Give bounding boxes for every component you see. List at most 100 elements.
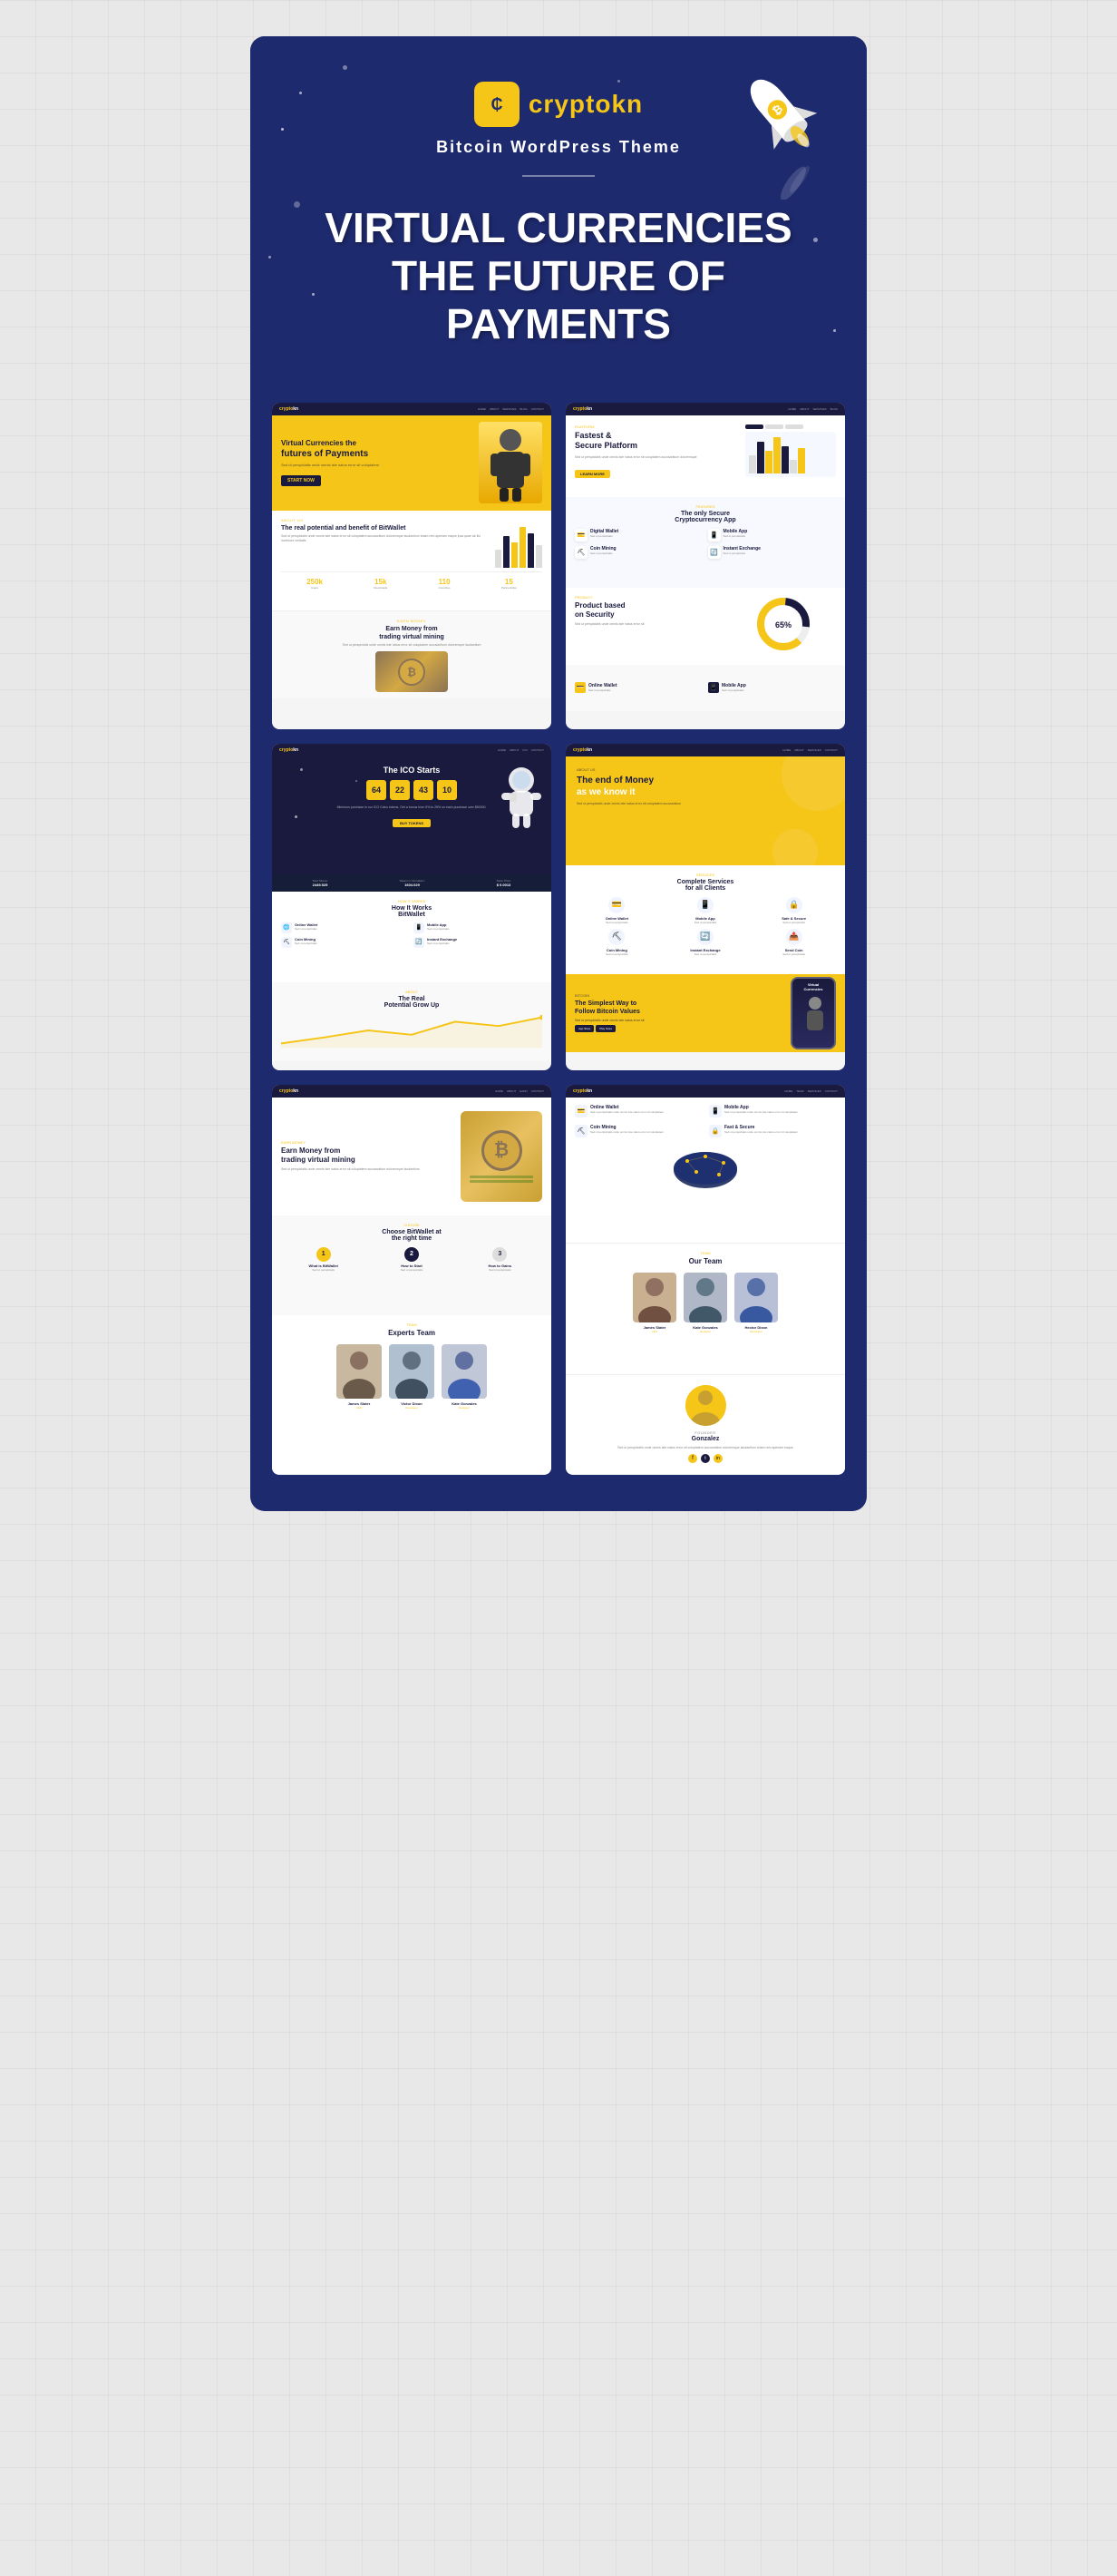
sc4-nav: cryptokn HOME ABOUT SERVICES CONTACT	[566, 744, 845, 756]
sc4-wallet-desc: Sed ut perspiciatis	[575, 921, 659, 924]
sc5-nav-item: ABOUT	[507, 1089, 516, 1093]
sc2-mobile-app: 📱 Mobile App Sed ut perspiciatis	[708, 670, 836, 706]
sc1-logo: cryptokn	[279, 406, 298, 412]
sc4-services-label: SERVICES	[575, 873, 836, 877]
sc4-appstore-button[interactable]: App Store	[575, 1025, 594, 1032]
sc5-step3: 3 How to Gains Sed ut perspiciatis	[458, 1247, 542, 1272]
total-tokens-value: 2449.525	[312, 883, 327, 887]
sc5-bill2	[470, 1180, 533, 1183]
sc6-social-fb[interactable]: f	[688, 1454, 697, 1463]
sc3-hero: The ICO Starts 64 22 43 10 Minimum purch…	[272, 756, 551, 874]
sc2-cta[interactable]: LEARN MORE	[575, 470, 610, 478]
sc4-services-title: Complete Servicesfor all Clients	[575, 879, 836, 892]
stat-label: Countries	[439, 586, 451, 590]
sc2-bar	[773, 437, 781, 473]
sc1-section-label: ABOUT US	[281, 518, 488, 522]
sc6-m3-role: Developer	[734, 1330, 778, 1333]
sc4-service-exchange: 🔄 Instant Exchange Sed ut perspiciatis	[664, 929, 748, 956]
sc6-gonzalez-avatar	[685, 1385, 726, 1426]
sc5-member2-role: Developer	[389, 1406, 434, 1410]
sc2-tab-inactive2[interactable]	[785, 424, 803, 429]
sc6-avatar1	[633, 1273, 676, 1322]
sc2-product-section: PRODUCT Product basedon Security Sed ut …	[566, 588, 845, 665]
stat-number: 15	[501, 578, 517, 586]
sc2-feature-mining: ⛏ Coin Mining Sed ut perspiciatis	[575, 546, 704, 559]
sc3-grow-title: The RealPotential Grow Up	[281, 996, 542, 1009]
sc4-service-safe: 🔒 Safe & Secure Sed ut perspiciatis	[752, 897, 836, 924]
sc2-mining-desc: Sed ut perspiciatis	[590, 551, 617, 555]
sc3-token-stats: Total Tokens: 2449.525 Tokens in Circula…	[272, 874, 551, 892]
sc2-product-desc: Sed ut perspiciatis unde omnis iste natu…	[575, 622, 749, 627]
bar	[528, 533, 534, 568]
sc2-bar	[749, 455, 756, 473]
sc6-feature1: 💳 Online Wallet Sed ut perspiciatis unde…	[575, 1105, 702, 1117]
token-price-value: $ 0.0013	[496, 883, 511, 887]
step3-desc: Sed ut perspiciatis	[458, 1268, 542, 1272]
sc2-nav-item: ABOUT	[800, 407, 809, 411]
sc3-works-title: How It WorksBitWallet	[281, 905, 542, 918]
sc4-exchange-desc: Sed ut perspiciatis	[664, 952, 748, 956]
sc2-digital-desc: Sed ut perspiciatis	[590, 534, 618, 538]
sc2-mobile-icon: 📱	[708, 529, 721, 542]
sc2-title: Fastest &Secure Platform	[575, 431, 740, 452]
sc1-mining-label: EARN MONEY	[281, 619, 542, 623]
divider	[522, 175, 595, 177]
sc4-nav-item: ABOUT	[794, 748, 803, 752]
sc6-social-tw[interactable]: t	[701, 1454, 710, 1463]
sc4-playstore-button[interactable]: Play Store	[596, 1025, 616, 1032]
sc1-nav-item: SERVICES	[502, 407, 516, 411]
stat-label: Partnerships	[501, 586, 517, 590]
sc6-nav-links: HOME TEAM SERVICES CONTACT	[784, 1089, 838, 1093]
sc5-hero-text: EARN MONEY Earn Money fromtrading virtua…	[281, 1140, 455, 1173]
sc1-chart-text: ABOUT US The real potential and benefit …	[281, 518, 488, 544]
sc3-astronaut	[499, 764, 544, 836]
sc6-nav-item: SERVICES	[808, 1089, 821, 1093]
rocket-illustration: ₿	[731, 54, 840, 204]
sc5-experts-title: Experts Team	[281, 1329, 542, 1337]
sc2-mobile-text: Mobile App Sed ut perspiciatis	[724, 529, 748, 538]
sc2-exchange-text: Instant Exchange Sed ut perspiciatis	[724, 546, 761, 555]
sc4-bitcoin-text: BITCOIN The Simplest Way toFollow Bitcoi…	[575, 993, 783, 1032]
sc2-digital-text: Digital Wallet Sed ut perspiciatis	[590, 529, 618, 538]
sc4-blob2	[772, 829, 818, 865]
step3-num: 3	[492, 1247, 507, 1262]
sc3-star3	[295, 815, 297, 818]
sc5-member3-role: Designer	[442, 1406, 487, 1410]
screenshot-5: cryptokn HOME ABOUT EARN CONTACT EARN MO…	[272, 1085, 551, 1475]
sc4-mining-desc2: Sed ut perspiciatis	[575, 952, 659, 956]
sc2-mining-text: Coin Mining Sed ut perspiciatis	[590, 546, 617, 555]
sc4-phone-mockup: VirtualCurrencies	[791, 977, 836, 1049]
sc4-app-buttons: App Store Play Store	[575, 1025, 783, 1032]
sc6-avatar3	[734, 1273, 778, 1322]
sc6-social-li[interactable]: in	[714, 1454, 723, 1463]
sc2-feature-mobile: 📱 Mobile App Sed ut perspiciatis	[708, 529, 837, 542]
exchange-work-title: Instant Exchange	[427, 937, 457, 942]
sc5-nav: cryptokn HOME ABOUT EARN CONTACT	[272, 1085, 551, 1098]
sc2-digital-title: Digital Wallet	[590, 529, 618, 534]
sc2-exchange-desc: Sed ut perspiciatis	[724, 551, 761, 555]
sc5-bill1	[470, 1176, 533, 1178]
sc6-avatar2	[684, 1273, 727, 1322]
sc2-nav-item: HOME	[788, 407, 796, 411]
sc2-tab-active[interactable]	[745, 424, 763, 429]
sc1-cta-button[interactable]: START NOW	[281, 475, 321, 486]
sc6-f3-text: Coin Mining Sed ut perspiciatis unde omn…	[590, 1125, 664, 1134]
sc4-logo: cryptokn	[573, 747, 592, 753]
sc3-line-chart	[281, 1012, 542, 1049]
sc6-gonzalez-label: FOUNDER	[694, 1430, 715, 1435]
sc5-hero-title: Earn Money fromtrading virtual mining	[281, 1147, 455, 1166]
sc3-work-online: 🌐 Online Wallet Sed ut perspiciatis	[281, 922, 410, 933]
sc2-bar	[798, 448, 805, 473]
sc4-bitcoin-label: BITCOIN	[575, 993, 783, 998]
sc6-feature4: 🔒 Fast & Secure Sed ut perspiciatis unde…	[709, 1125, 836, 1137]
screenshot-3: cryptokn HOME ABOUT ICO CONTACT The ICO …	[272, 744, 551, 1070]
sc2-desc: Sed ut perspiciatis unde omnis iste natu…	[575, 455, 740, 460]
step2-desc: Sed ut perspiciatis	[369, 1268, 453, 1272]
sc6-nav-item: TEAM	[796, 1089, 803, 1093]
sc3-buy-button[interactable]: BUY TOKENS	[393, 819, 431, 827]
sc3-work-mobile: 📱 Mobile App Sed ut perspiciatis	[413, 922, 542, 933]
exchange-work-icon: 🔄	[413, 937, 424, 948]
sc2-tab-inactive[interactable]	[765, 424, 783, 429]
stat-110: 110 Countries	[439, 578, 451, 590]
main-headline: VIRTUAL CURRENCIES THE FUTURE OF PAYMENT…	[287, 204, 830, 348]
